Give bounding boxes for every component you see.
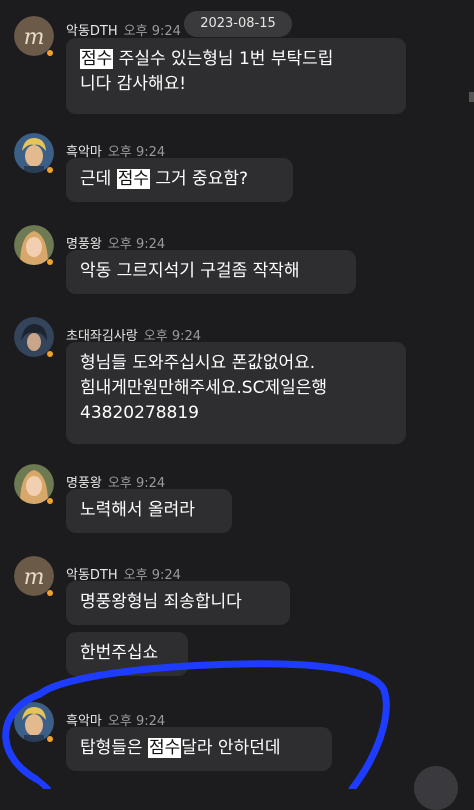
highlighted-word: 점수 xyxy=(147,738,182,758)
online-status-dot xyxy=(47,498,53,504)
message-line: 43820278819 xyxy=(80,401,392,426)
scrollbar[interactable] xyxy=(469,92,474,102)
message-text: 명풍왕형님 죄송합니다 xyxy=(80,592,242,612)
message-bubble[interactable]: 형님들 도와주십시요 폰값없어요. 힘내게만원만해주세요.SC제일은행 438202… xyxy=(66,342,406,444)
message-text: 43820278819 xyxy=(80,403,199,423)
svg-text:m: m xyxy=(24,565,45,590)
message-line: 한번주십쇼 xyxy=(80,641,174,666)
message-line: 근데 점수 그거 중요함? xyxy=(80,167,279,192)
message-line: 힘내게만원만해주세요.SC제일은행 xyxy=(80,376,392,401)
message-text: 힘내게만원만해주세요.SC제일은행 xyxy=(80,378,328,398)
message-line: 명풍왕형님 죄송합니다 xyxy=(80,590,276,615)
message-bubble[interactable]: 노력해서 올려라 xyxy=(66,489,232,533)
message-text: 탑형들은 xyxy=(80,738,148,758)
online-status-dot xyxy=(47,736,53,742)
message-text: 형님들 도와주십시요 폰값없어요. xyxy=(80,353,316,373)
message-line: 악동 그르지석기 구걸좀 작작해 xyxy=(80,259,342,284)
message-bubble[interactable]: 탑형들은 점수달라 안하던데 xyxy=(66,727,332,771)
message-bubble[interactable]: 근데 점수 그거 중요함? xyxy=(66,158,293,202)
svg-text:m: m xyxy=(24,25,45,50)
message-line: 점수 주실수 있는형님 1번 부탁드립 xyxy=(80,47,392,72)
message-text: 니다 감사해요! xyxy=(80,74,187,94)
message-line: 니다 감사해요! xyxy=(80,72,392,97)
message-bubble[interactable]: 명풍왕형님 죄송합니다 xyxy=(66,581,290,625)
message-text: 그거 중요함? xyxy=(149,169,248,189)
message-text: 주실수 있는형님 1번 부탁드립 xyxy=(113,49,334,69)
online-status-dot xyxy=(47,259,53,265)
highlighted-word: 점수 xyxy=(116,169,150,189)
date-separator: 2023-08-15 xyxy=(184,11,292,37)
online-status-dot xyxy=(47,167,53,173)
message-line: 노력해서 올려라 xyxy=(80,498,218,523)
scroll-to-bottom-button[interactable] xyxy=(414,766,458,810)
message-text: 한번주십쇼 xyxy=(80,643,159,663)
message-text: 달라 안하던데 xyxy=(181,738,281,758)
message-line: 형님들 도와주십시요 폰값없어요. xyxy=(80,351,392,376)
message-line: 탑형들은 점수달라 안하던데 xyxy=(80,736,318,761)
message-header: 악동DTH 오후 9:24 xyxy=(66,20,181,39)
message-bubble[interactable]: 한번주십쇼 xyxy=(66,632,188,676)
highlighted-word: 점수 xyxy=(80,49,114,69)
message-bubble[interactable]: 악동 그르지석기 구걸좀 작작해 xyxy=(66,250,356,294)
message-time: 오후 9:24 xyxy=(123,24,181,39)
online-status-dot xyxy=(47,590,53,596)
online-status-dot xyxy=(47,50,53,56)
message-text: 악동 그르지석기 구걸좀 작작해 xyxy=(80,261,300,281)
online-status-dot xyxy=(47,351,53,357)
message-text: 노력해서 올려라 xyxy=(80,500,195,520)
message-bubble[interactable]: 점수 주실수 있는형님 1번 부탁드립 니다 감사해요! xyxy=(66,38,406,114)
message-text: 근데 xyxy=(80,169,117,189)
sender-name[interactable]: 악동DTH xyxy=(66,24,118,39)
